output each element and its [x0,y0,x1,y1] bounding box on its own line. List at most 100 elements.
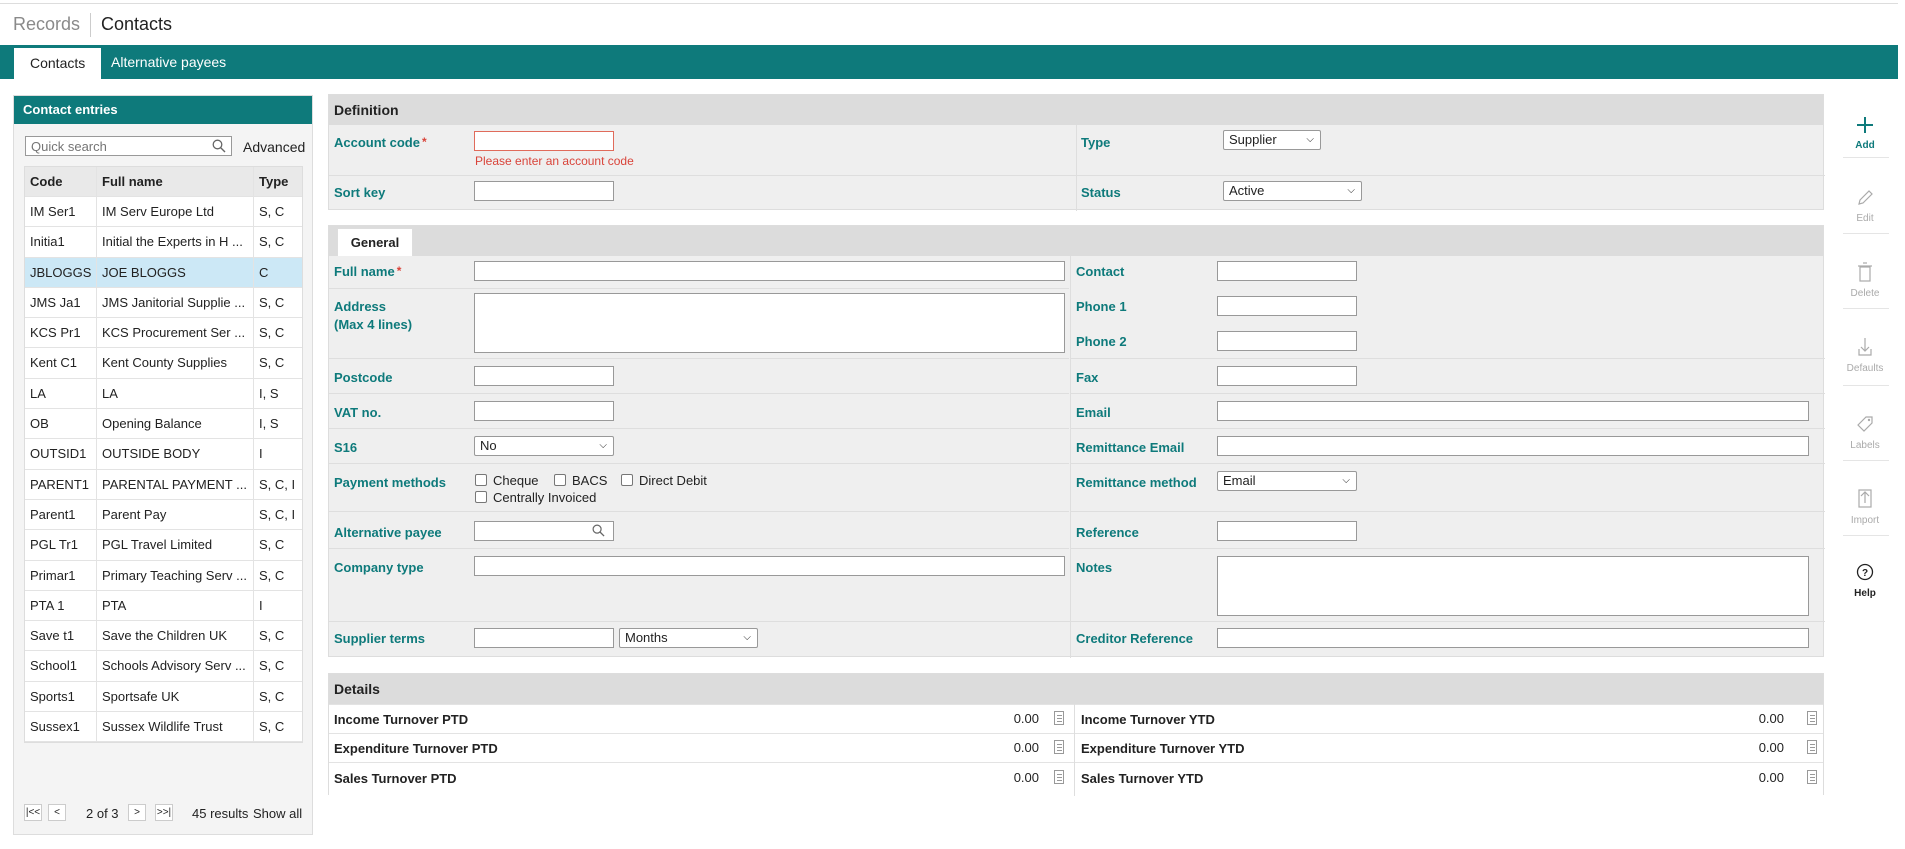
search-icon[interactable] [212,139,226,153]
search-icon[interactable] [592,524,605,537]
table-row[interactable]: PTA 1 PTA I [25,590,302,622]
table-row[interactable]: LA LA I, S [25,378,302,410]
definition-section: Definition Account code Please enter an … [328,94,1825,211]
cell-name: Save the Children UK [97,621,254,651]
prev-page-button[interactable]: < [48,804,66,821]
supplier-terms-unit-select[interactable]: Months ⌵ [619,628,758,648]
column-header-code[interactable]: Code [25,167,97,196]
search-input[interactable] [26,137,206,155]
cell-name: PGL Travel Limited [97,530,254,560]
expenditure-turnover-ytd-value: 0.00 [1758,740,1784,755]
help-button[interactable]: ? Help [1837,560,1893,599]
table-row[interactable]: KCS Pr1 KCS Procurement Ser ... S, C [25,318,302,349]
status-select[interactable]: Active ⌵ [1223,181,1362,201]
alternative-payee-lookup[interactable] [474,521,614,541]
supplier-terms-label: Supplier terms [334,631,426,646]
svg-text:?: ? [1862,568,1868,579]
cheque-checkbox[interactable] [475,474,487,486]
edit-button[interactable]: Edit [1837,185,1893,224]
sales-turnover-ptd-label: Sales Turnover PTD [334,771,457,786]
contact-input[interactable] [1217,261,1357,281]
document-icon[interactable] [1054,770,1064,784]
table-row[interactable]: JBLOGGS JOE BLOGGS C [25,257,302,288]
type-select[interactable]: Supplier ⌵ [1223,130,1321,150]
chevron-down-icon: ⌵ [1342,475,1350,486]
vat-no-input[interactable] [474,401,614,421]
table-row[interactable]: Save t1 Save the Children UK S, C [25,621,302,652]
table-row[interactable]: Sports1 Sportsafe UK S, C [25,681,302,713]
show-all-link[interactable]: Show all [253,806,302,821]
table-row[interactable]: IM Ser1 IM Serv Europe Ltd S, C [25,197,302,228]
notes-textarea[interactable] [1217,556,1809,616]
supplier-terms-unit-value: Months [625,630,668,645]
sort-key-input[interactable] [474,181,614,201]
column-header-type[interactable]: Type [254,167,302,196]
document-icon[interactable] [1807,770,1817,784]
divider [329,428,1069,429]
document-icon[interactable] [1807,740,1817,754]
advanced-search-link[interactable]: Advanced [243,139,305,155]
direct-debit-checkbox[interactable] [621,474,633,486]
table-row[interactable]: Parent1 Parent Pay S, C, I [25,499,302,531]
divider [1071,358,1825,359]
phone2-label: Phone 2 [1076,334,1127,349]
contacts-table: Code Full name Type IM Ser1 IM Serv Europ… [24,166,303,744]
creditor-reference-input[interactable] [1217,628,1809,648]
document-icon[interactable] [1054,711,1064,725]
supplier-terms-input[interactable] [474,628,614,648]
centrally-invoiced-checkbox[interactable] [475,491,487,503]
table-row[interactable]: PARENT1 PARENTAL PAYMENT ... S, C, I [25,469,302,500]
add-button[interactable]: Add [1837,112,1893,151]
tab-alternative-payees[interactable]: Alternative payees [95,45,242,79]
reference-input[interactable] [1217,521,1357,541]
cell-type: S, C [259,688,285,704]
address-textarea[interactable] [474,293,1065,353]
email-input[interactable] [1217,401,1809,421]
table-row[interactable]: Kent C1 Kent County Supplies S, C [25,348,302,379]
details-section: Details Income Turnover PTD 0.00 Income … [328,673,1824,796]
cell-code: OB [25,409,97,439]
s16-select[interactable]: No ⌵ [474,436,614,456]
remittance-email-input[interactable] [1217,436,1809,456]
next-page-button[interactable]: > [128,804,146,821]
divider [1843,385,1889,386]
first-page-button[interactable]: |<< [24,804,42,821]
remittance-method-select[interactable]: Email ⌵ [1217,471,1357,491]
import-button[interactable]: Import [1837,487,1893,526]
account-code-error: Please enter an account code [475,154,634,168]
table-row[interactable]: OB Opening Balance I, S [25,409,302,440]
remittance-method-label: Remittance method [1076,475,1197,490]
bacs-checkbox[interactable] [554,474,566,486]
last-page-button[interactable]: >>| [155,804,173,821]
document-icon[interactable] [1807,711,1817,725]
breadcrumb-records[interactable]: Records [13,14,80,35]
type-select-value: Supplier [1229,132,1277,147]
delete-button[interactable]: Delete [1837,260,1893,299]
table-row[interactable]: Primar1 Primary Teaching Serv ... S, C [25,560,302,591]
cell-name: Kent County Supplies [97,348,254,378]
document-icon[interactable] [1054,740,1064,754]
table-row[interactable]: School1 Schools Advisory Serv ... S, C [25,651,302,682]
defaults-button[interactable]: Defaults [1837,335,1893,374]
cell-name: Schools Advisory Serv ... [97,651,254,681]
full-name-input[interactable] [474,261,1065,281]
postcode-input[interactable] [474,366,614,386]
table-row[interactable]: Sussex1 Sussex Wildlife Trust S, C [25,712,302,743]
cell-name: Opening Balance [97,409,254,439]
remittance-method-value: Email [1223,473,1256,488]
tab-contacts[interactable]: Contacts [14,48,102,79]
table-row[interactable]: PGL Tr1 PGL Travel Limited S, C [25,530,302,561]
fax-input[interactable] [1217,366,1357,386]
table-row[interactable]: OUTSID1 OUTSIDE BODY I [25,439,302,470]
company-type-input[interactable] [474,556,1065,576]
tab-general[interactable]: General [337,228,413,256]
column-header-full-name[interactable]: Full name [97,167,254,196]
table-row[interactable]: JMS Ja1 JMS Janitorial Supplie ... S, C [25,287,302,319]
labels-button[interactable]: Labels [1837,412,1893,451]
table-row[interactable]: Initia1 Initial the Experts in H ... S, C [25,227,302,258]
cell-type: S, C [259,204,285,219]
cell-name: KCS Procurement Ser ... [97,318,254,348]
account-code-input[interactable] [474,131,614,151]
phone1-input[interactable] [1217,296,1357,316]
phone2-input[interactable] [1217,331,1357,351]
